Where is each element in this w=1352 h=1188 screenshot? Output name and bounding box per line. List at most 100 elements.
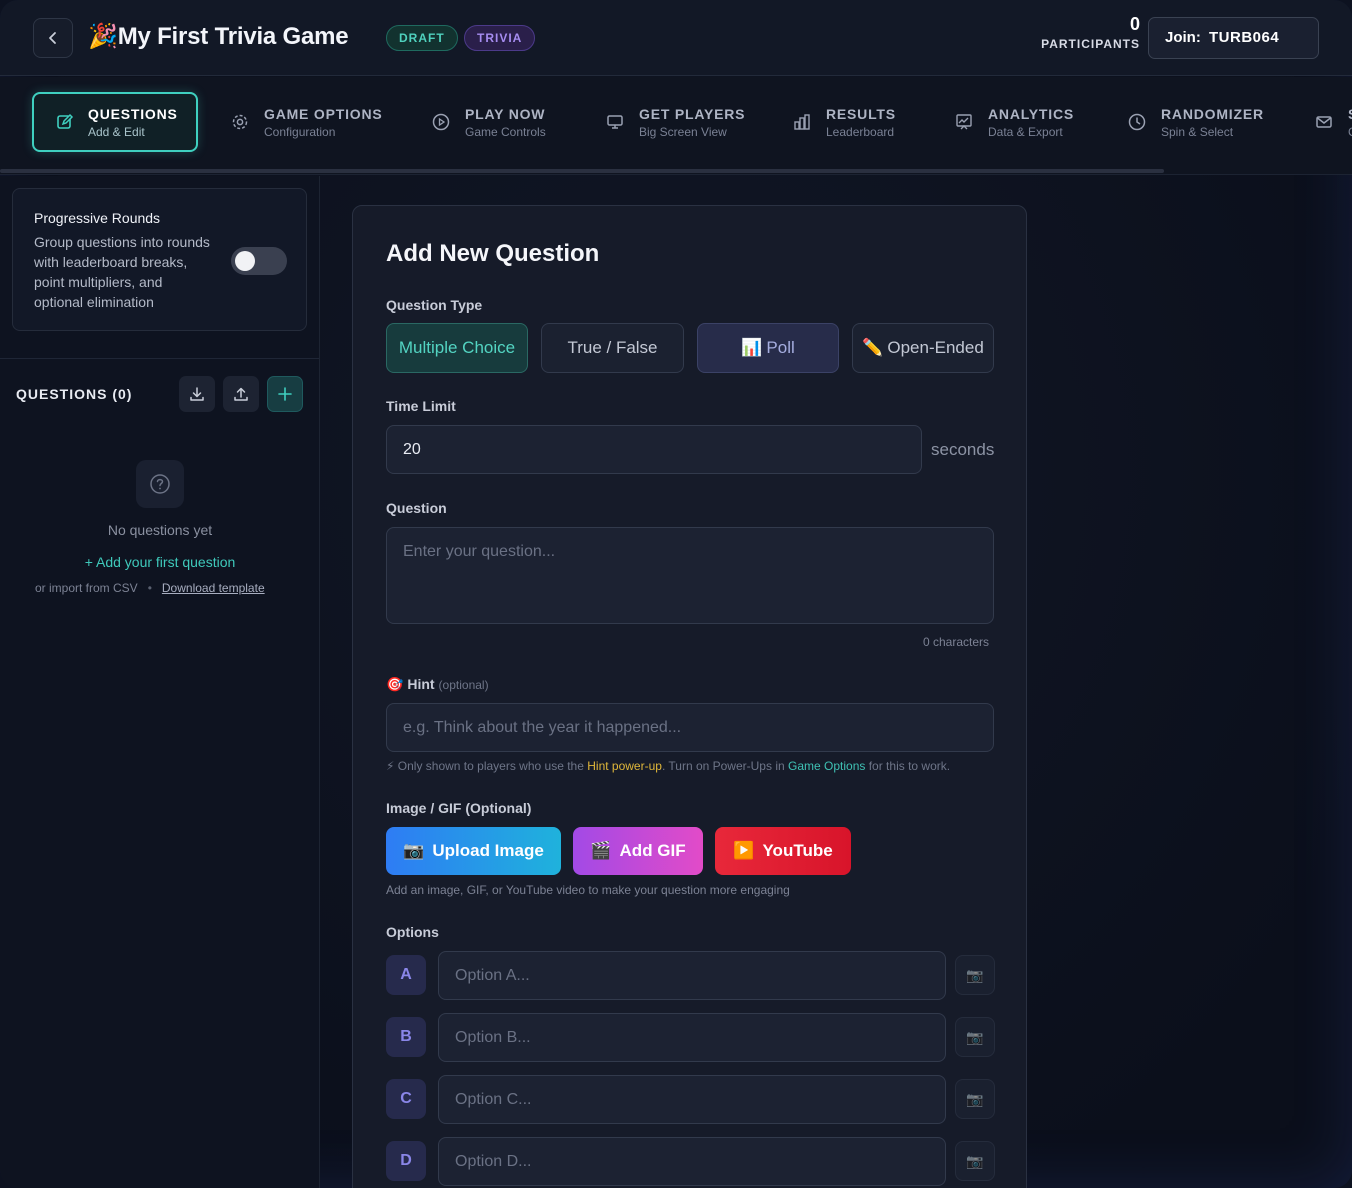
participants-count: 0 bbox=[1129, 14, 1140, 34]
join-label: Join: bbox=[1165, 29, 1201, 46]
option-c-image-button[interactable]: 📷 bbox=[955, 1079, 995, 1119]
hint-note-text: . Turn on Power-Ups in bbox=[661, 759, 785, 773]
hint-note: ⚡ Only shown to players who use the Hint… bbox=[386, 759, 950, 773]
tab-label: RESULTS bbox=[826, 105, 896, 122]
add-first-question-link[interactable]: + Add your first question bbox=[0, 554, 320, 570]
game-title[interactable]: 🎉My First Trivia Game bbox=[88, 22, 349, 51]
option-b-image-button[interactable]: 📷 bbox=[955, 1017, 995, 1057]
camera-icon: 📷 bbox=[966, 1152, 984, 1169]
download-template-link[interactable]: Download template bbox=[162, 581, 265, 595]
lightning-icon: ⚡ bbox=[386, 759, 395, 773]
card-title: Add New Question bbox=[386, 240, 600, 267]
hint-label: Hint bbox=[407, 676, 435, 692]
hint-note-text: Only shown to players who use the bbox=[397, 759, 584, 773]
back-button[interactable] bbox=[33, 18, 73, 58]
join-code: TURB064 bbox=[1209, 29, 1280, 46]
time-limit-input[interactable]: 20 bbox=[386, 425, 922, 474]
gear-icon bbox=[230, 112, 250, 132]
top-header: 🎉My First Trivia Game DRAFT TRIVIA 0 PAR… bbox=[0, 0, 1352, 76]
analytics-icon bbox=[954, 112, 974, 132]
type-label: Poll bbox=[766, 338, 795, 357]
tab-scrollbar[interactable] bbox=[0, 169, 1164, 173]
option-a-input[interactable]: Option A... bbox=[438, 951, 946, 1000]
upload-button[interactable] bbox=[223, 376, 259, 412]
option-letter-b: B bbox=[386, 1017, 426, 1057]
tab-label: ANALYTICS bbox=[988, 105, 1075, 122]
tab-sublabel: Spin & Select bbox=[1161, 124, 1234, 139]
option-c-input[interactable]: Option C... bbox=[438, 1075, 946, 1124]
tab-randomizer[interactable]: RANDOMIZER Spin & Select bbox=[1127, 92, 1264, 152]
rounds-toggle[interactable] bbox=[231, 247, 287, 275]
divider bbox=[0, 358, 319, 359]
tab-analytics[interactable]: ANALYTICS Data & Export bbox=[954, 92, 1074, 152]
tab-sublabel: C bbox=[1348, 125, 1352, 139]
time-limit-value: 20 bbox=[403, 440, 421, 458]
tab-results[interactable]: RESULTS Leaderboard bbox=[792, 92, 896, 152]
target-icon: 🎯 bbox=[386, 676, 404, 692]
option-b-input[interactable]: Option B... bbox=[438, 1013, 946, 1062]
tab-label: GAME OPTIONS bbox=[264, 105, 383, 122]
tab-overflow[interactable]: S C bbox=[1314, 92, 1352, 152]
type-multiple-choice-button[interactable]: Multiple Choice bbox=[386, 323, 528, 373]
youtube-label: YouTube bbox=[762, 841, 833, 860]
type-true-false-button[interactable]: True / False bbox=[541, 323, 684, 373]
question-label: Question bbox=[386, 500, 447, 516]
participants-counter: 0 PARTICIPANTS bbox=[1030, 14, 1140, 51]
option-a-image-button[interactable]: 📷 bbox=[955, 955, 995, 995]
upload-image-label: Upload Image bbox=[432, 841, 544, 860]
camera-icon: 📷 bbox=[966, 1090, 984, 1107]
separator-dot: • bbox=[147, 581, 152, 595]
media-note: Add an image, GIF, or YouTube video to m… bbox=[386, 883, 790, 897]
option-placeholder: Option C... bbox=[455, 1090, 532, 1108]
type-open-ended-button[interactable]: ✏️ Open-Ended bbox=[852, 323, 994, 373]
options-label: Options bbox=[386, 924, 439, 940]
option-placeholder: Option A... bbox=[455, 966, 530, 984]
option-placeholder: Option D... bbox=[455, 1152, 532, 1170]
time-limit-unit: seconds bbox=[931, 440, 995, 459]
question-textarea[interactable]: Enter your question... bbox=[386, 527, 994, 624]
tab-sublabel: Add & Edit bbox=[88, 124, 145, 139]
add-gif-button[interactable]: 🎬 Add GIF bbox=[573, 827, 703, 875]
type-label: Multiple Choice bbox=[398, 338, 516, 357]
tab-sublabel: Data & Export bbox=[988, 124, 1063, 139]
hint-placeholder: e.g. Think about the year it happened... bbox=[403, 718, 682, 736]
game-title-text: My First Trivia Game bbox=[117, 23, 349, 50]
join-code-box[interactable]: Join: TURB064 bbox=[1148, 17, 1319, 59]
add-gif-label: Add GIF bbox=[619, 841, 686, 860]
time-limit-label: Time Limit bbox=[386, 398, 456, 414]
hint-input[interactable]: e.g. Think about the year it happened... bbox=[386, 703, 994, 752]
tab-game-options[interactable]: GAME OPTIONS Configuration bbox=[230, 92, 383, 152]
tab-label: RANDOMIZER bbox=[1161, 105, 1264, 122]
question-type-label: Question Type bbox=[386, 297, 483, 313]
download-button[interactable] bbox=[179, 376, 215, 412]
upload-icon bbox=[234, 387, 248, 401]
add-question-button[interactable] bbox=[267, 376, 303, 412]
tab-questions[interactable]: QUESTIONS Add & Edit bbox=[32, 92, 198, 152]
youtube-button[interactable]: ▶️ YouTube bbox=[715, 827, 851, 875]
clapper-icon: 🎬 bbox=[590, 841, 612, 860]
status-badge-draft: DRAFT bbox=[386, 25, 458, 51]
option-letter-c: C bbox=[386, 1079, 426, 1119]
download-icon bbox=[190, 387, 204, 401]
questions-heading: QUESTIONS (0) bbox=[16, 386, 133, 402]
add-question-card: Add New Question Question Type Multiple … bbox=[352, 205, 1027, 1188]
camera-icon: 📷 bbox=[966, 966, 984, 983]
character-count: 0 characters bbox=[923, 635, 990, 649]
type-poll-button[interactable]: 📊 Poll bbox=[697, 323, 839, 373]
tab-play-now[interactable]: PLAY NOW Game Controls bbox=[431, 92, 546, 152]
option-d-input[interactable]: Option D... bbox=[438, 1137, 946, 1186]
tab-sublabel: Leaderboard bbox=[826, 124, 895, 139]
toggle-knob bbox=[235, 251, 255, 271]
option-d-image-button[interactable]: 📷 bbox=[955, 1141, 995, 1181]
hint-optional-tag: (optional) bbox=[438, 678, 489, 692]
option-letter-d: D bbox=[386, 1141, 426, 1181]
tab-get-players[interactable]: GET PLAYERS Big Screen View bbox=[605, 92, 745, 152]
upload-image-button[interactable]: 📷 Upload Image bbox=[386, 827, 561, 875]
tab-label: PLAY NOW bbox=[465, 105, 546, 122]
game-options-link[interactable]: Game Options bbox=[788, 759, 865, 773]
option-placeholder: Option B... bbox=[455, 1028, 531, 1046]
import-text: or import from CSV bbox=[35, 581, 138, 595]
tab-sublabel: Configuration bbox=[264, 124, 336, 139]
camera-icon: 📷 bbox=[966, 1028, 984, 1045]
app-window: 🎉My First Trivia Game DRAFT TRIVIA 0 PAR… bbox=[0, 0, 1352, 1188]
